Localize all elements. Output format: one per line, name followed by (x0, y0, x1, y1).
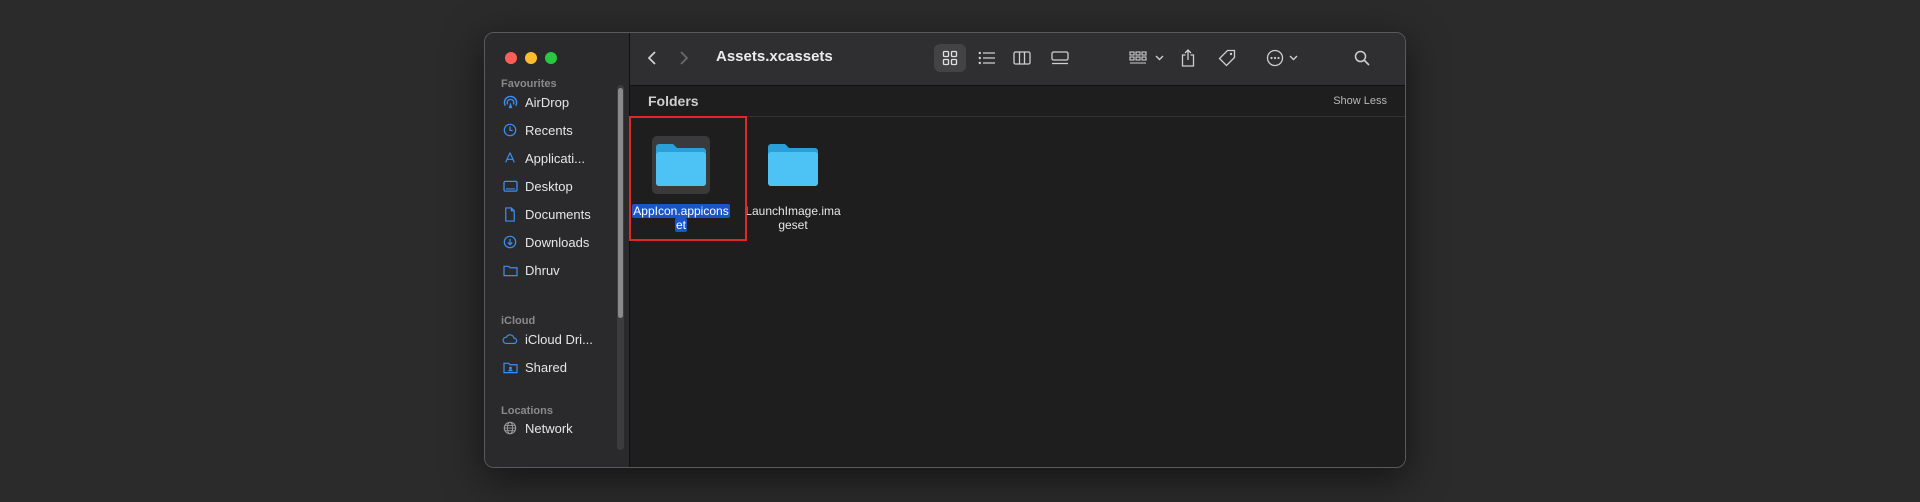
airdrop-icon (502, 94, 518, 110)
folder-icon (502, 262, 518, 278)
back-button[interactable] (642, 44, 662, 72)
sidebar-scroll-thumb[interactable] (618, 88, 623, 318)
group-by-button[interactable] (1126, 44, 1166, 72)
sidebar-item-desktop[interactable]: Desktop (493, 174, 617, 198)
sidebar-item-documents[interactable]: Documents (493, 202, 617, 226)
sidebar-item-label: Shared (525, 359, 567, 375)
minimize-button[interactable] (525, 52, 537, 64)
search-button[interactable] (1348, 44, 1376, 72)
folders-group-header: Folders Show Less (630, 86, 1405, 117)
gallery-view-button[interactable] (1044, 44, 1076, 72)
columns-icon (1013, 51, 1031, 65)
list-view-button[interactable] (970, 44, 1002, 72)
applications-icon (502, 150, 518, 166)
cloud-icon (502, 331, 518, 347)
item-name-line1: LaunchImage.ima (745, 204, 841, 218)
grid-icon (942, 50, 958, 66)
sidebar-item-label: Downloads (525, 234, 590, 250)
icon-view-button[interactable] (934, 44, 966, 72)
zoom-button[interactable] (545, 52, 557, 64)
list-icon (978, 51, 995, 65)
gallery-icon (1051, 51, 1069, 65)
show-less-button[interactable]: Show Less (1333, 95, 1387, 107)
ellipsis-circle-icon (1266, 49, 1284, 67)
sidebar-item-applications[interactable]: Applicati... (493, 146, 617, 170)
column-view-button[interactable] (1006, 44, 1038, 72)
shared-folder-icon (502, 359, 518, 375)
globe-icon (502, 420, 518, 436)
sidebar-heading-icloud: iCloud (501, 315, 536, 327)
folder-icon (768, 144, 818, 186)
chevron-left-icon (647, 51, 656, 65)
group-grid-icon (1128, 51, 1147, 64)
forward-button[interactable] (674, 44, 694, 72)
item-name-line2: geset (778, 218, 808, 232)
sidebar-heading-favourites: Favourites (501, 78, 557, 90)
finder-window: Favourites AirDrop Recents Applicati... … (484, 32, 1406, 468)
sidebar-item-airdrop[interactable]: AirDrop (493, 90, 617, 114)
tags-button[interactable] (1213, 44, 1241, 72)
item-name: LaunchImage.ima geset (743, 204, 843, 232)
sidebar: Favourites AirDrop Recents Applicati... … (485, 33, 630, 467)
sidebar-item-label: Documents (525, 206, 591, 222)
close-button[interactable] (505, 52, 517, 64)
chevron-down-icon (1155, 55, 1163, 61)
share-button[interactable] (1174, 44, 1202, 72)
tag-icon (1218, 49, 1236, 67)
sidebar-item-label: Dhruv (525, 262, 560, 278)
group-title: Folders (648, 93, 699, 109)
folder-thumbnail (764, 136, 822, 194)
sidebar-item-label: Desktop (525, 178, 573, 194)
more-actions-button[interactable] (1260, 44, 1304, 72)
sidebar-item-label: iCloud Dri... (525, 331, 593, 347)
sidebar-item-icloud-drive[interactable]: iCloud Dri... (493, 327, 617, 351)
sidebar-item-label: Applicati... (525, 150, 585, 166)
clock-icon (502, 122, 518, 138)
toolbar: Assets.xcassets (630, 33, 1405, 86)
sidebar-item-shared[interactable]: Shared (493, 355, 617, 379)
sidebar-item-downloads[interactable]: Downloads (493, 230, 617, 254)
sidebar-item-dhruv[interactable]: Dhruv (493, 258, 617, 282)
window-title: Assets.xcassets (716, 48, 833, 65)
chevron-right-icon (680, 51, 689, 65)
share-icon (1181, 49, 1195, 67)
search-icon (1354, 50, 1370, 66)
sidebar-item-label: AirDrop (525, 94, 570, 110)
sidebar-item-recents[interactable]: Recents (493, 118, 617, 142)
download-icon (502, 234, 518, 250)
document-icon (502, 206, 518, 222)
selection-highlight-box (629, 116, 747, 241)
sidebar-item-label: Network (525, 420, 573, 436)
desktop-icon (502, 178, 518, 194)
sidebar-item-label: Recents (525, 122, 573, 138)
chevron-down-icon (1289, 55, 1298, 61)
sidebar-item-network[interactable]: Network (493, 416, 617, 440)
